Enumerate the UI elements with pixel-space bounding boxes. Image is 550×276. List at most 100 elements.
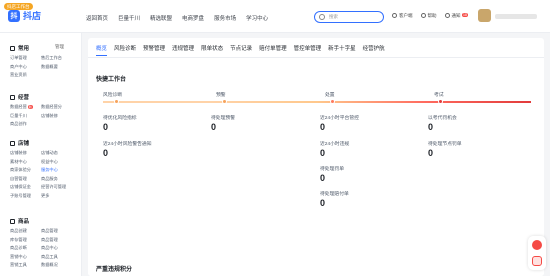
sidebar-item[interactable]: 营销中心	[10, 254, 41, 260]
metric-value: 0	[211, 122, 217, 132]
app-logo[interactable]: 抖 抖店	[8, 9, 41, 22]
tab-compensation[interactable]: 赔付单管理	[259, 44, 287, 56]
metric-label: 近24小时平台管控	[320, 116, 359, 121]
sidebar-item[interactable]: 数据概要	[41, 64, 72, 70]
metric-value: 0	[103, 148, 109, 158]
sidebar-item[interactable]: 自营管理	[10, 176, 41, 182]
stage-dot	[330, 99, 335, 104]
tab-divider	[88, 57, 544, 58]
sidebar-item[interactable]: 店铺装修	[10, 150, 41, 156]
sidebar-item[interactable]: 商品中心	[41, 245, 72, 251]
metric-value: 0	[320, 122, 326, 132]
stage-handle: 处置	[325, 93, 335, 98]
nav-market[interactable]: 服务市场	[214, 14, 236, 22]
sidebar-item[interactable]: 商户中心	[10, 64, 41, 70]
logo-icon: 抖	[8, 9, 20, 22]
sidebar-item[interactable]: 数据经营分	[41, 104, 72, 110]
metric-value: 0	[428, 148, 434, 158]
sidebar-item[interactable]: 店铺动态	[41, 150, 72, 156]
sidebar-item[interactable]: 库存管理	[10, 237, 41, 243]
tab-bar: 概览 风险诊断 预警管理 违规管理 限单状态 节点记录 赔付单管理 管控单管理 …	[96, 44, 385, 56]
sidebar-item[interactable]: 经营许可管理	[41, 184, 72, 190]
nav-home[interactable]: 返回首页	[86, 14, 108, 22]
sidebar-item[interactable]: 商品服务	[41, 176, 72, 182]
square-icon	[10, 45, 15, 51]
main-panel: 概览 风险诊断 预警管理 违规管理 限单状态 节点记录 赔付单管理 管控单管理 …	[88, 38, 544, 276]
sidebar-item[interactable]: 素材中心	[10, 159, 41, 165]
sidebar-item[interactable]: 商品管理	[41, 228, 72, 234]
sidebar-item[interactable]: 巨量千川	[10, 113, 41, 119]
stage-exam: 考试	[434, 93, 444, 98]
notify-link[interactable]: 通知 18	[444, 13, 469, 19]
sidebar-item[interactable]: 营销工具	[10, 262, 41, 268]
quick-workbench-title: 快捷工作台	[96, 77, 127, 83]
tab-order-limit[interactable]: 限单状态	[201, 44, 223, 56]
nav-learning[interactable]: 学习中心	[246, 14, 268, 22]
square-icon	[10, 140, 15, 146]
sidebar-item[interactable]: 营业资质	[10, 72, 41, 78]
customer-service-icon[interactable]	[532, 240, 542, 250]
sidebar-item[interactable]: 售后工作台	[41, 55, 72, 61]
sidebar-item-label: 数据经营	[10, 104, 27, 109]
metric-value: 0	[320, 198, 326, 208]
metric-card[interactable]: 近24小时平台管控 0	[320, 114, 359, 132]
sidebar-item[interactable]: 订单管理	[10, 55, 41, 61]
metric-card[interactable]: 近24小时违规 0	[320, 140, 349, 158]
logo-text: 抖店	[23, 11, 42, 21]
search-input[interactable]: 搜索	[314, 11, 384, 23]
feedback-icon[interactable]	[532, 256, 542, 266]
sidebar-item[interactable]: 商家体验分	[10, 167, 41, 173]
sidebar-group-product: 商品 商品创建 商品管理 库存管理 商品管理 商品诊断 商品中心 营销中心 商品…	[10, 217, 72, 268]
tab-warning[interactable]: 预警管理	[143, 44, 165, 56]
tab-overview[interactable]: 概览	[96, 44, 108, 56]
avatar[interactable]	[478, 9, 491, 22]
sidebar-item[interactable]: 商品管理	[41, 237, 72, 243]
sidebar-item[interactable]: 商品工具	[41, 254, 72, 260]
sidebar-item[interactable]: 子账号管理	[10, 193, 41, 199]
metric-card[interactable]: 待处理节点罚单 0	[428, 140, 462, 158]
sidebar-item[interactable]: 店铺保证金	[10, 184, 41, 190]
metric-label: 待优化风险指标	[103, 116, 137, 121]
client-link[interactable]: 客户端	[392, 13, 413, 19]
tab-risk-diagnosis[interactable]: 风险诊断	[114, 44, 136, 56]
metric-card[interactable]: 待处理预警 0	[211, 114, 235, 132]
sidebar-item[interactable]: 数据经营新	[10, 104, 41, 110]
stage-dot	[114, 99, 119, 104]
nav-compass[interactable]: 电商罗盘	[182, 14, 204, 22]
help-link[interactable]: 帮助	[420, 13, 437, 19]
sidebar-item[interactable]: 权益中心	[41, 159, 72, 165]
nav-alliance[interactable]: 精选联盟	[150, 14, 172, 22]
notify-label: 通知	[451, 13, 461, 18]
metric-value: 0	[320, 173, 326, 183]
section-title: 严重违规积分	[96, 267, 133, 273]
sidebar-group-store: 店铺 店铺装修 店铺动态 素材中心 权益中心 商家体验分 服务中心 自营管理 商…	[10, 139, 72, 199]
square-icon	[10, 218, 15, 224]
sidebar-item[interactable]: 数据概况	[41, 262, 72, 268]
sidebar-item[interactable]: 商品创建	[10, 228, 41, 234]
sidebar-item[interactable]: 店铺装修	[41, 113, 72, 119]
sidebar-item[interactable]: 商品诊断	[10, 245, 41, 251]
stage-dot	[438, 99, 443, 104]
metric-card[interactable]: 待优化风险指标 0	[103, 114, 137, 132]
nav-qianchuan[interactable]: 巨量千川	[118, 14, 140, 22]
tab-control[interactable]: 管控单管理	[294, 44, 322, 56]
metric-value: 0	[320, 148, 326, 158]
metric-card[interactable]: 近24小时风险警告通知 0	[103, 140, 152, 158]
sidebar-item[interactable]: 更多	[41, 193, 72, 199]
metric-card[interactable]: 以考代罚机会 0	[428, 114, 457, 132]
tab-node-record[interactable]: 节点记录	[230, 44, 252, 56]
group-title: 常用	[18, 46, 30, 52]
sidebar-item[interactable]: 商品创作	[10, 121, 41, 127]
tab-violation[interactable]: 违规管理	[172, 44, 194, 56]
stage-dot	[222, 99, 227, 104]
sidebar-item-active[interactable]: 服务中心	[41, 167, 72, 173]
metric-card[interactable]: 待处理罚单 0	[320, 165, 344, 183]
metric-card[interactable]: 待处理赔付单 0	[320, 190, 349, 208]
top-bar: 抖 抖店 抖店工作台 返回首页 巨量千川 精选联盟 电商罗盘 服务市场 学习中心…	[0, 0, 550, 33]
group-title: 经营	[18, 95, 30, 101]
sidebar-group-operation: 经营 数据经营新 数据经营分 巨量千川 店铺装修 商品创作	[10, 93, 72, 127]
tab-escort[interactable]: 经营护航	[363, 44, 385, 56]
search-icon	[319, 14, 325, 20]
tab-novice[interactable]: 新手十字星	[328, 44, 356, 56]
manage-link[interactable]: 管理	[55, 44, 64, 50]
